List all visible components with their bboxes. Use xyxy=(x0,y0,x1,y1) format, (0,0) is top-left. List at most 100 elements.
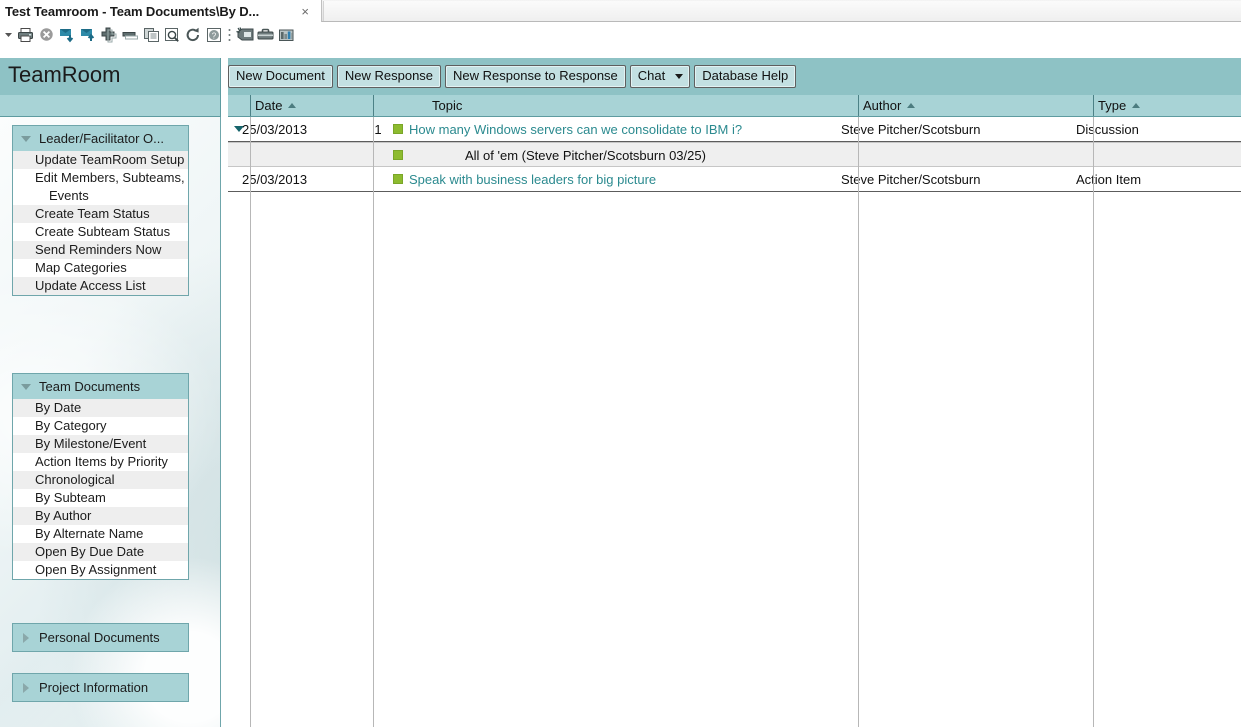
close-icon[interactable]: × xyxy=(301,5,309,18)
sidebar-section-label: Leader/Facilitator O... xyxy=(39,131,164,146)
column-type[interactable]: Type xyxy=(1093,95,1241,116)
column-type-label: Type xyxy=(1098,98,1127,113)
toolbox-icon[interactable] xyxy=(255,25,276,45)
document-marker-icon xyxy=(393,150,403,160)
sidebar-item-by-subteam[interactable]: By Subteam xyxy=(13,489,188,507)
sidebar-item-update-teamroom-setup[interactable]: Update TeamRoom Setup xyxy=(13,151,188,169)
column-author[interactable]: Author xyxy=(858,95,1093,116)
column-date[interactable]: Date xyxy=(250,95,373,116)
sidebar-item-by-date[interactable]: By Date xyxy=(13,399,188,417)
sidebar-section-project-information: Project Information xyxy=(12,673,189,702)
toolbar: ? xyxy=(0,23,1241,47)
sidebar-section-body-team-documents: By Date By Category By Milestone/Event A… xyxy=(13,399,188,579)
wand-icon[interactable] xyxy=(234,25,255,45)
view-column-headers: Date Topic Author Type xyxy=(228,95,1241,117)
sidebar-item-chronological[interactable]: Chronological xyxy=(13,471,188,489)
document-view-pane: Date Topic Author Type 25/03/2013 1 How … xyxy=(228,95,1241,727)
sidebar-section-personal-documents: Personal Documents xyxy=(12,623,189,652)
cancel-icon[interactable] xyxy=(36,25,57,45)
document-marker-icon xyxy=(393,174,403,184)
column-twisty-spacer xyxy=(228,95,250,116)
sidebar-item-open-by-due-date[interactable]: Open By Due Date xyxy=(13,543,188,561)
row-topic-label: All of 'em (Steve Pitcher/Scotsburn 03/2… xyxy=(465,147,706,163)
sidebar-item-by-alternate-name[interactable]: By Alternate Name xyxy=(13,525,188,543)
sidebar-header-band xyxy=(0,95,221,117)
tab-bar: Test Teamroom - Team Documents\By D... × xyxy=(0,0,1241,22)
copy-icon[interactable] xyxy=(141,25,162,45)
twisty-right-icon xyxy=(13,632,39,643)
action-bar: New Document New Response New Response t… xyxy=(228,65,797,88)
database-help-button[interactable]: Database Help xyxy=(694,65,797,88)
pane-splitter[interactable] xyxy=(221,58,228,727)
row-author: Steve Pitcher/Scotsburn xyxy=(841,121,981,137)
column-date-label: Date xyxy=(255,98,283,113)
sidebar-item-create-team-status[interactable]: Create Team Status xyxy=(13,205,188,223)
row-response-count xyxy=(358,167,398,191)
sidebar-item-by-author[interactable]: By Author xyxy=(13,507,188,525)
tab-strip-empty-area xyxy=(323,1,1241,21)
column-divider xyxy=(250,117,251,727)
row-type: Discussion xyxy=(1076,121,1139,137)
row-topic-label: Speak with business leaders for big pict… xyxy=(409,171,657,187)
sidebar-item-open-by-assignment[interactable]: Open By Assignment xyxy=(13,561,188,579)
sidebar-section-label: Team Documents xyxy=(39,379,141,394)
refresh-icon[interactable] xyxy=(183,25,204,45)
table-row[interactable]: 25/03/2013 1 How many Windows servers ca… xyxy=(228,117,1241,142)
sidebar-item-action-items-by-priority[interactable]: Action Items by Priority xyxy=(13,453,188,471)
new-response-to-response-button[interactable]: New Response to Response xyxy=(445,65,626,88)
search-icon[interactable] xyxy=(162,25,183,45)
svg-text:?: ? xyxy=(212,31,217,40)
sidebar-section-header-team-documents[interactable]: Team Documents xyxy=(13,374,188,399)
table-row[interactable]: 25/03/2013 Speak with business leaders f… xyxy=(228,167,1241,192)
chat-dropdown[interactable]: Chat xyxy=(629,65,691,88)
sidebar-item-edit-members-subteams-events[interactable]: Edit Members, Subteams, Events xyxy=(13,169,188,205)
column-divider xyxy=(373,117,374,727)
sidebar-section-header-project-information[interactable]: Project Information xyxy=(13,674,188,701)
tab-active[interactable]: Test Teamroom - Team Documents\By D... × xyxy=(0,0,322,22)
sidebar-item-send-reminders-now[interactable]: Send Reminders Now xyxy=(13,241,188,259)
sidebar-section-team-documents: Team Documents By Date By Category By Mi… xyxy=(12,373,189,580)
sidebar-item-create-subteam-status[interactable]: Create Subteam Status xyxy=(13,223,188,241)
sidebar-item-update-access-list[interactable]: Update Access List xyxy=(13,277,188,295)
sidebar-section-header-personal-documents[interactable]: Personal Documents xyxy=(13,624,188,651)
new-response-button[interactable]: New Response xyxy=(336,65,442,88)
navigator-pane: Leader/Facilitator O... Update TeamRoom … xyxy=(0,117,221,727)
sort-ascending-icon xyxy=(907,103,916,108)
twisty-right-icon xyxy=(13,682,39,693)
sidebar-section-body-leader-facilitator-options: Update TeamRoom Setup Edit Members, Subt… xyxy=(13,151,188,295)
column-author-label: Author xyxy=(863,98,902,113)
chat-dropdown-label: Chat xyxy=(637,68,666,83)
column-topic[interactable]: Topic xyxy=(373,95,858,116)
new-document-button[interactable]: New Document xyxy=(228,65,333,88)
document-marker-icon xyxy=(393,124,403,134)
help-icon[interactable]: ? xyxy=(204,25,225,45)
sidebar-item-by-milestone-event[interactable]: By Milestone/Event xyxy=(13,435,188,453)
application-window: Test Teamroom - Team Documents\By D... × xyxy=(0,0,1241,727)
sidebar-section-header-leader-facilitator-options[interactable]: Leader/Facilitator O... xyxy=(13,126,188,151)
dropdown-arrow-icon[interactable] xyxy=(2,25,15,45)
column-divider xyxy=(1093,117,1094,727)
tab-title: Test Teamroom - Team Documents\By D... xyxy=(5,3,260,19)
row-type: Action Item xyxy=(1076,171,1142,187)
row-date: 25/03/2013 xyxy=(242,171,308,187)
separator-icon xyxy=(225,25,234,45)
sort-ascending-icon xyxy=(288,103,297,108)
remove-icon[interactable] xyxy=(120,25,141,45)
chevron-down-icon xyxy=(675,73,684,79)
sidebar-section-label: Personal Documents xyxy=(39,630,160,645)
sidebar-item-by-category[interactable]: By Category xyxy=(13,417,188,435)
twisty-down-icon xyxy=(13,135,39,142)
chart-icon[interactable] xyxy=(276,25,297,45)
move-to-folder-icon[interactable] xyxy=(57,25,78,45)
copy-to-folder-icon[interactable] xyxy=(78,25,99,45)
row-topic-label: How many Windows servers can we consolid… xyxy=(409,121,743,137)
row-date: 25/03/2013 xyxy=(242,121,308,137)
print-icon[interactable] xyxy=(15,25,36,45)
row-topic[interactable]: All of 'em (Steve Pitcher/Scotsburn 03/2… xyxy=(393,143,1013,167)
column-topic-label: Topic xyxy=(432,98,463,113)
table-row[interactable]: All of 'em (Steve Pitcher/Scotsburn 03/2… xyxy=(228,142,1241,167)
add-icon[interactable] xyxy=(99,25,120,45)
column-divider xyxy=(858,117,859,727)
twisty-down-icon xyxy=(13,383,39,390)
sidebar-item-map-categories[interactable]: Map Categories xyxy=(13,259,188,277)
